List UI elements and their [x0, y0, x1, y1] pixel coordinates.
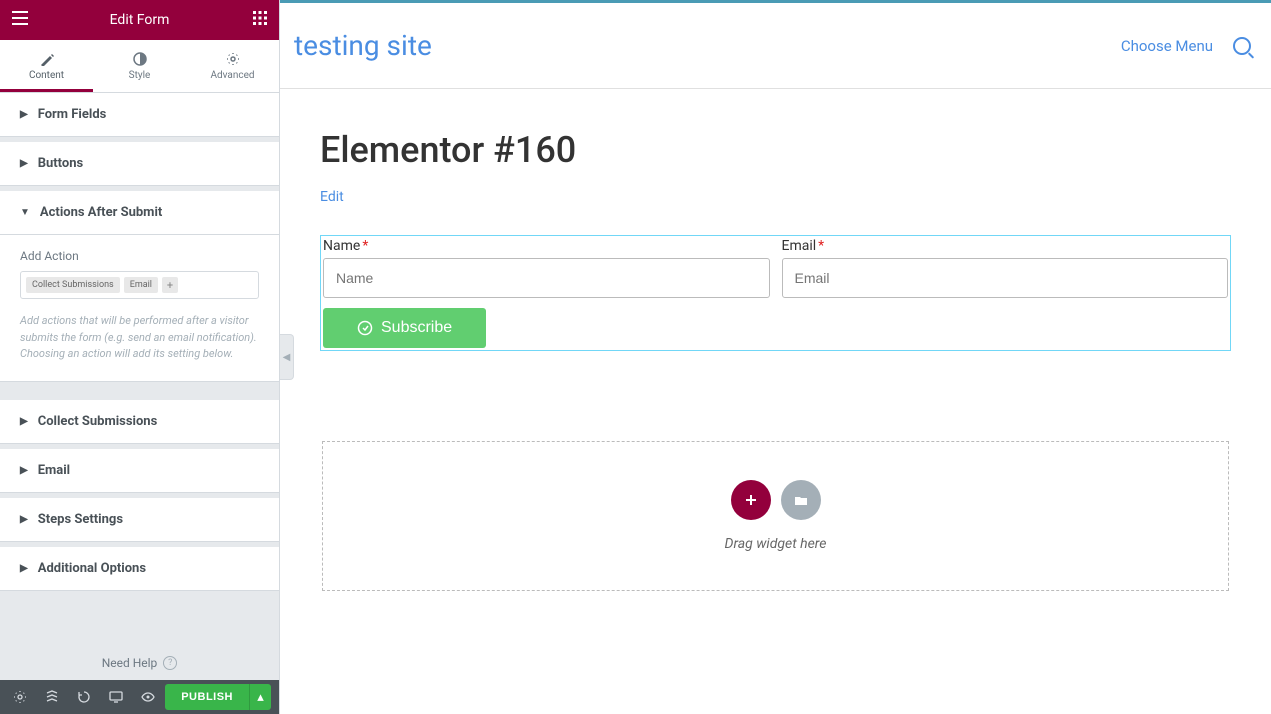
form-field-email: Email*: [782, 238, 1229, 298]
section-steps-settings[interactable]: ▶Steps Settings: [0, 498, 279, 542]
site-title[interactable]: testing site: [294, 29, 1121, 62]
tab-style[interactable]: Style: [93, 40, 186, 92]
add-action-help: Add actions that will be performed after…: [20, 313, 259, 363]
form-field-name: Name*: [323, 238, 770, 298]
edit-link[interactable]: Edit: [320, 189, 344, 205]
sidebar-header: Edit Form: [0, 0, 279, 40]
tab-advanced[interactable]: Advanced: [186, 40, 279, 92]
add-action-input[interactable]: Collect Submissions Email +: [20, 271, 259, 299]
collapse-sidebar-handle[interactable]: ◀: [280, 334, 294, 380]
responsive-icon[interactable]: [100, 680, 132, 714]
drop-zone[interactable]: Drag widget here: [322, 441, 1229, 591]
page-heading: Elementor #160: [320, 129, 1231, 171]
settings-icon[interactable]: [4, 680, 36, 714]
action-tag[interactable]: Email: [124, 277, 158, 293]
name-label: Name*: [323, 238, 770, 254]
section-buttons[interactable]: ▶Buttons: [0, 142, 279, 186]
menu-icon[interactable]: [12, 11, 28, 29]
tab-content[interactable]: Content: [0, 40, 93, 92]
add-action-plus[interactable]: +: [162, 277, 178, 293]
chevron-right-icon: ▶: [20, 514, 28, 525]
section-additional-options[interactable]: ▶Additional Options: [0, 547, 279, 591]
submit-icon: [357, 320, 373, 336]
chevron-right-icon: ▶: [20, 416, 28, 427]
publish-options[interactable]: ▴: [249, 684, 271, 710]
preview-icon[interactable]: [132, 680, 164, 714]
help-icon: ?: [163, 656, 177, 670]
section-collect-submissions[interactable]: ▶Collect Submissions: [0, 400, 279, 444]
subscribe-button[interactable]: Subscribe: [323, 308, 486, 348]
chevron-right-icon: ▶: [20, 158, 28, 169]
chevron-right-icon: ▶: [20, 465, 28, 476]
need-help[interactable]: Need Help ?: [0, 646, 279, 680]
chevron-down-icon: ▼: [20, 207, 30, 218]
template-library-button[interactable]: [781, 480, 821, 520]
section-actions-after-submit[interactable]: ▼Actions After Submit: [0, 191, 279, 235]
section-email[interactable]: ▶Email: [0, 449, 279, 493]
drop-zone-text: Drag widget here: [725, 536, 827, 552]
page-content: Elementor #160 Edit Name* Email* Subscri…: [280, 89, 1271, 591]
add-widget-button[interactable]: [731, 480, 771, 520]
chevron-right-icon: ▶: [20, 109, 28, 120]
email-label: Email*: [782, 238, 1229, 254]
panel-body: ▶Form Fields ▶Buttons ▼Actions After Sub…: [0, 93, 279, 646]
publish-button[interactable]: PUBLISH: [165, 684, 249, 710]
apps-icon[interactable]: [253, 11, 267, 29]
panel-title: Edit Form: [110, 12, 170, 28]
actions-after-submit-content: Add Action Collect Submissions Email + A…: [0, 235, 279, 382]
section-form-fields[interactable]: ▶Form Fields: [0, 93, 279, 137]
search-icon[interactable]: [1233, 37, 1251, 55]
footer-bar: PUBLISH ▴: [0, 680, 279, 714]
form-widget[interactable]: Name* Email* Subscribe: [320, 235, 1231, 351]
action-tag[interactable]: Collect Submissions: [26, 277, 120, 293]
chevron-right-icon: ▶: [20, 563, 28, 574]
add-action-label: Add Action: [20, 249, 259, 263]
editor-sidebar: Edit Form Content Style Advanced ▶Form F…: [0, 0, 280, 714]
choose-menu-link[interactable]: Choose Menu: [1121, 37, 1213, 55]
email-input[interactable]: [782, 258, 1229, 298]
canvas: testing site Choose Menu Elementor #160 …: [280, 0, 1271, 714]
history-icon[interactable]: [68, 680, 100, 714]
name-input[interactable]: [323, 258, 770, 298]
navigator-icon[interactable]: [36, 680, 68, 714]
site-header: testing site Choose Menu: [280, 3, 1271, 89]
editor-tabs: Content Style Advanced: [0, 40, 279, 93]
